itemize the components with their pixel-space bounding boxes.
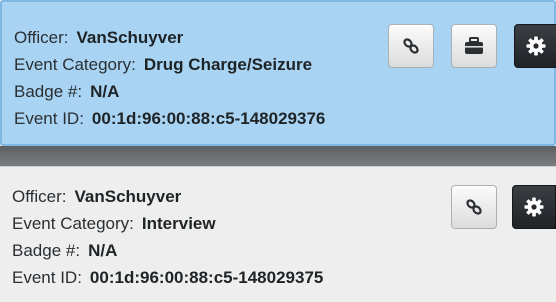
event-details: Officer: VanSchuyver Event Category: Inter… bbox=[12, 183, 323, 291]
event-details: Officer: VanSchuyver Event Category: Drug … bbox=[14, 24, 325, 132]
event-card[interactable]: Officer: VanSchuyver Event Category: Inter… bbox=[0, 166, 556, 302]
event-category-value: Drug Charge/Seizure bbox=[143, 55, 313, 74]
badge-row: Badge #: N/A bbox=[14, 78, 325, 105]
event-id-row: Event ID: 00:1d:96:00:88:c5-148029375 bbox=[12, 264, 323, 291]
briefcase-icon bbox=[463, 36, 485, 56]
event-id-row: Event ID: 00:1d:96:00:88:c5-148029376 bbox=[14, 105, 325, 132]
event-category-value: Interview bbox=[141, 214, 216, 233]
officer-label: Officer: bbox=[14, 28, 69, 47]
settings-button[interactable] bbox=[512, 185, 556, 229]
officer-value: VanSchuyver bbox=[76, 28, 184, 47]
link-button[interactable] bbox=[388, 24, 434, 68]
event-category-label: Event Category: bbox=[14, 55, 136, 74]
gear-icon bbox=[523, 196, 545, 218]
event-list: Officer: VanSchuyver Event Category: Drug … bbox=[0, 0, 556, 302]
officer-row: Officer: VanSchuyver bbox=[12, 183, 323, 210]
badge-value: N/A bbox=[90, 82, 120, 101]
event-category-row: Event Category: Drug Charge/Seizure bbox=[14, 51, 325, 78]
event-id-value: 00:1d:96:00:88:c5-148029376 bbox=[91, 109, 326, 128]
badge-row: Badge #: N/A bbox=[12, 237, 323, 264]
badge-label: Badge #: bbox=[14, 82, 83, 101]
event-category-label: Event Category: bbox=[12, 214, 134, 233]
badge-label: Badge #: bbox=[12, 241, 81, 260]
officer-value: VanSchuyver bbox=[74, 187, 182, 206]
gear-icon bbox=[525, 35, 547, 57]
settings-button[interactable] bbox=[514, 24, 556, 68]
event-id-value: 00:1d:96:00:88:c5-148029375 bbox=[89, 268, 324, 287]
officer-row: Officer: VanSchuyver bbox=[14, 24, 325, 51]
link-icon bbox=[464, 197, 484, 217]
badge-value: N/A bbox=[88, 241, 118, 260]
event-category-row: Event Category: Interview bbox=[12, 210, 323, 237]
event-card-selected[interactable]: Officer: VanSchuyver Event Category: Drug … bbox=[0, 0, 556, 146]
list-separator bbox=[0, 146, 556, 166]
event-id-label: Event ID: bbox=[14, 109, 84, 128]
event-id-label: Event ID: bbox=[12, 268, 82, 287]
link-button[interactable] bbox=[451, 185, 497, 229]
officer-label: Officer: bbox=[12, 187, 67, 206]
briefcase-button[interactable] bbox=[451, 24, 497, 68]
link-icon bbox=[401, 36, 421, 56]
